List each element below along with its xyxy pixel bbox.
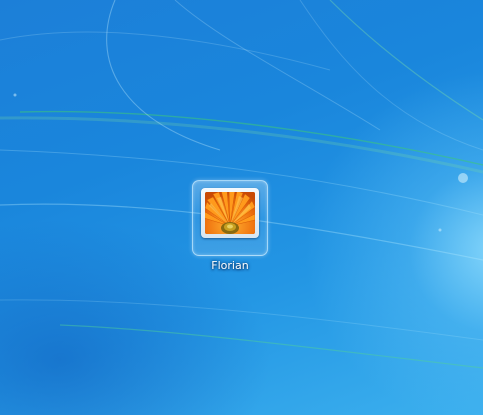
- orange-flower-icon: [205, 192, 255, 234]
- user-picture-frame: [201, 188, 259, 238]
- user-name-label[interactable]: Florian: [170, 259, 290, 272]
- logon-screen: Florian: [0, 0, 483, 415]
- user-tile[interactable]: [192, 180, 268, 256]
